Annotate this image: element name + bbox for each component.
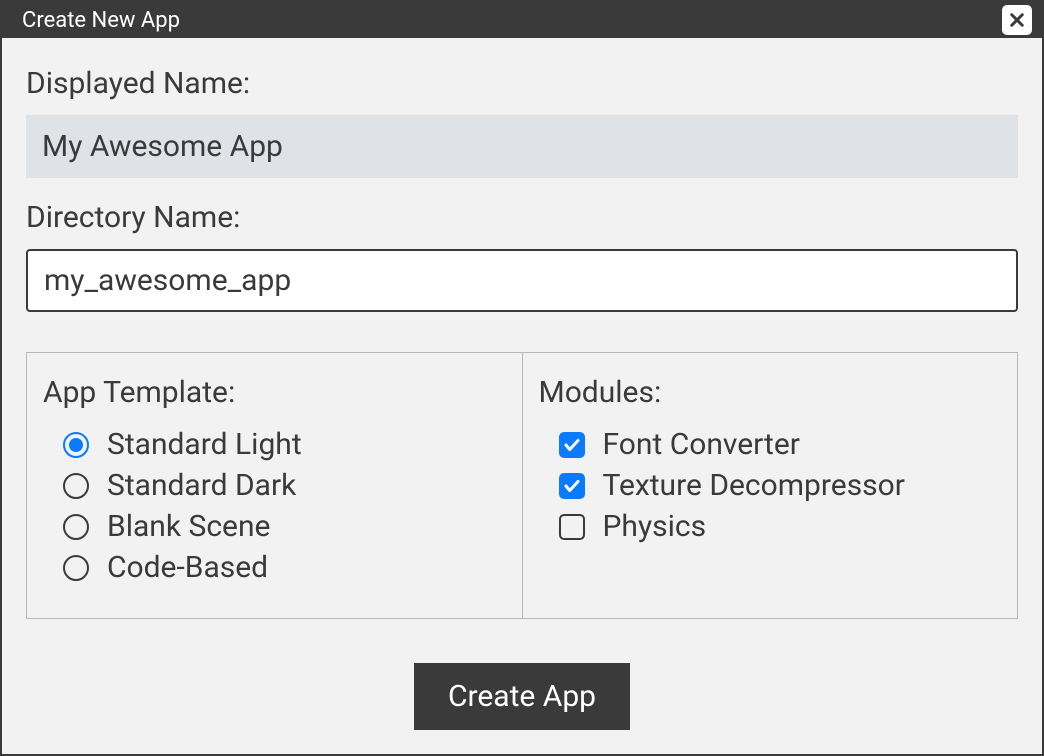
template-option-label: Blank Scene bbox=[107, 509, 270, 544]
modules-column: Modules: Font Converter Texture Decompres… bbox=[523, 353, 1018, 618]
template-option-label: Standard Dark bbox=[107, 468, 296, 503]
module-option-label: Texture Decompressor bbox=[603, 468, 905, 503]
radio-icon bbox=[63, 514, 89, 540]
options-panel: App Template: Standard Light Standard Dar… bbox=[26, 352, 1018, 619]
dialog-footer: Create App bbox=[26, 663, 1018, 730]
displayed-name-label: Displayed Name: bbox=[26, 66, 1018, 101]
modules-heading: Modules: bbox=[539, 375, 1002, 410]
template-option[interactable]: Standard Light bbox=[43, 424, 506, 465]
checkbox-icon bbox=[559, 514, 585, 540]
directory-name-input[interactable] bbox=[26, 249, 1018, 312]
module-option-label: Physics bbox=[603, 509, 707, 544]
template-option[interactable]: Code-Based bbox=[43, 547, 506, 588]
displayed-name-input[interactable] bbox=[26, 115, 1018, 178]
module-option[interactable]: Font Converter bbox=[539, 424, 1002, 465]
template-heading: App Template: bbox=[43, 375, 506, 410]
window-title: Create New App bbox=[22, 8, 180, 33]
radio-icon bbox=[63, 555, 89, 581]
checkbox-icon bbox=[559, 473, 585, 499]
titlebar: Create New App bbox=[2, 2, 1042, 38]
module-option[interactable]: Texture Decompressor bbox=[539, 465, 1002, 506]
radio-icon bbox=[63, 473, 89, 499]
radio-icon bbox=[63, 432, 89, 458]
dialog-content: Displayed Name: Directory Name: App Temp… bbox=[2, 38, 1042, 754]
create-app-button[interactable]: Create App bbox=[414, 663, 630, 730]
module-option[interactable]: Physics bbox=[539, 506, 1002, 547]
close-icon bbox=[1008, 11, 1026, 29]
directory-name-label: Directory Name: bbox=[26, 200, 1018, 235]
template-option[interactable]: Standard Dark bbox=[43, 465, 506, 506]
create-new-app-dialog: Create New App Displayed Name: Directory… bbox=[0, 0, 1044, 756]
template-option[interactable]: Blank Scene bbox=[43, 506, 506, 547]
template-option-label: Code-Based bbox=[107, 550, 268, 585]
close-button[interactable] bbox=[1002, 5, 1032, 35]
template-option-label: Standard Light bbox=[107, 427, 302, 462]
module-option-label: Font Converter bbox=[603, 427, 800, 462]
checkbox-icon bbox=[559, 432, 585, 458]
template-column: App Template: Standard Light Standard Dar… bbox=[27, 353, 523, 618]
